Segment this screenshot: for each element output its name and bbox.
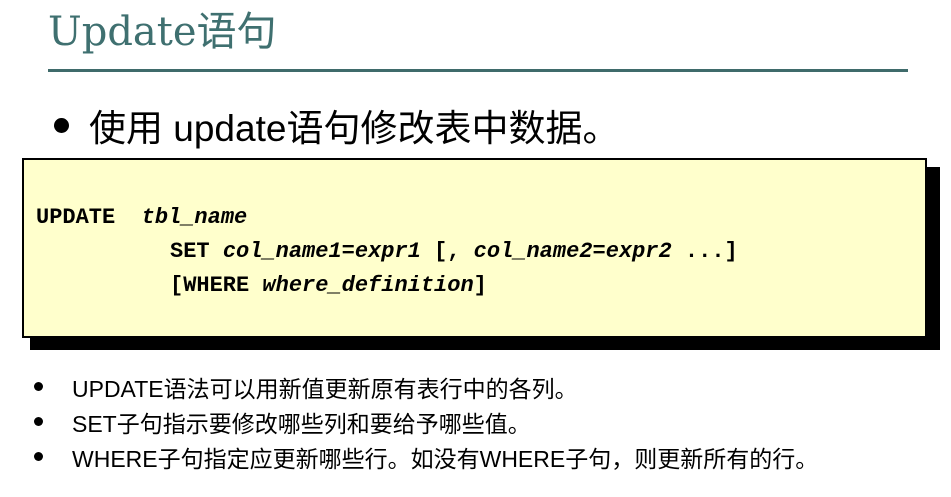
column-assignment-1: col_name1=expr1 <box>222 239 421 264</box>
main-bullet-point: 使用 update语句修改表中数据。 <box>48 97 619 153</box>
note-item: UPDATE语法可以用新值更新原有表行中的各列。 <box>34 369 818 404</box>
slide-title: Update语句 <box>48 9 277 55</box>
code-close-bracket: ] <box>473 273 487 298</box>
where-definition-placeholder: where_definition <box>262 273 474 298</box>
update-keyword: UPDATE <box>36 205 116 230</box>
notes-list: UPDATE语法可以用新值更新原有表行中的各列。 SET子句指示要修改哪些列和要… <box>34 369 818 474</box>
bullet-dot-icon <box>34 382 43 391</box>
bullet-dot-icon <box>54 117 69 133</box>
code-separator: [, <box>420 239 474 264</box>
bullet-dot-icon <box>34 452 43 461</box>
code-line-set: SET col_name1=expr1 [, col_name2=expr2 .… <box>170 237 738 267</box>
code-ellipsis: ...] <box>671 239 738 264</box>
note-text: SET子句指示要修改哪些列和要给予哪些值。 <box>72 410 531 437</box>
note-text: UPDATE语法可以用新值更新原有表行中的各列。 <box>72 375 578 402</box>
note-item: WHERE子句指定应更新哪些行。如没有WHERE子句，则更新所有的行。 <box>34 439 818 474</box>
main-bullet-text: 使用 update语句修改表中数据。 <box>89 108 620 149</box>
code-line-update: UPDATE tbl_name <box>36 203 247 233</box>
note-item: SET子句指示要修改哪些列和要给予哪些值。 <box>34 404 818 439</box>
code-line-where: [WHERE where_definition] <box>170 271 487 301</box>
table-name-placeholder: tbl_name <box>141 205 248 230</box>
set-keyword: SET <box>170 239 210 264</box>
column-assignment-2: col_name2=expr2 <box>473 239 672 264</box>
note-text: WHERE子句指定应更新哪些行。如没有WHERE子句，则更新所有的行。 <box>72 445 819 472</box>
title-divider <box>48 69 908 72</box>
where-keyword: [WHERE <box>170 273 263 298</box>
bullet-dot-icon <box>34 417 43 426</box>
syntax-code-box: UPDATE tbl_name SET col_name1=expr1 [, c… <box>22 158 927 338</box>
